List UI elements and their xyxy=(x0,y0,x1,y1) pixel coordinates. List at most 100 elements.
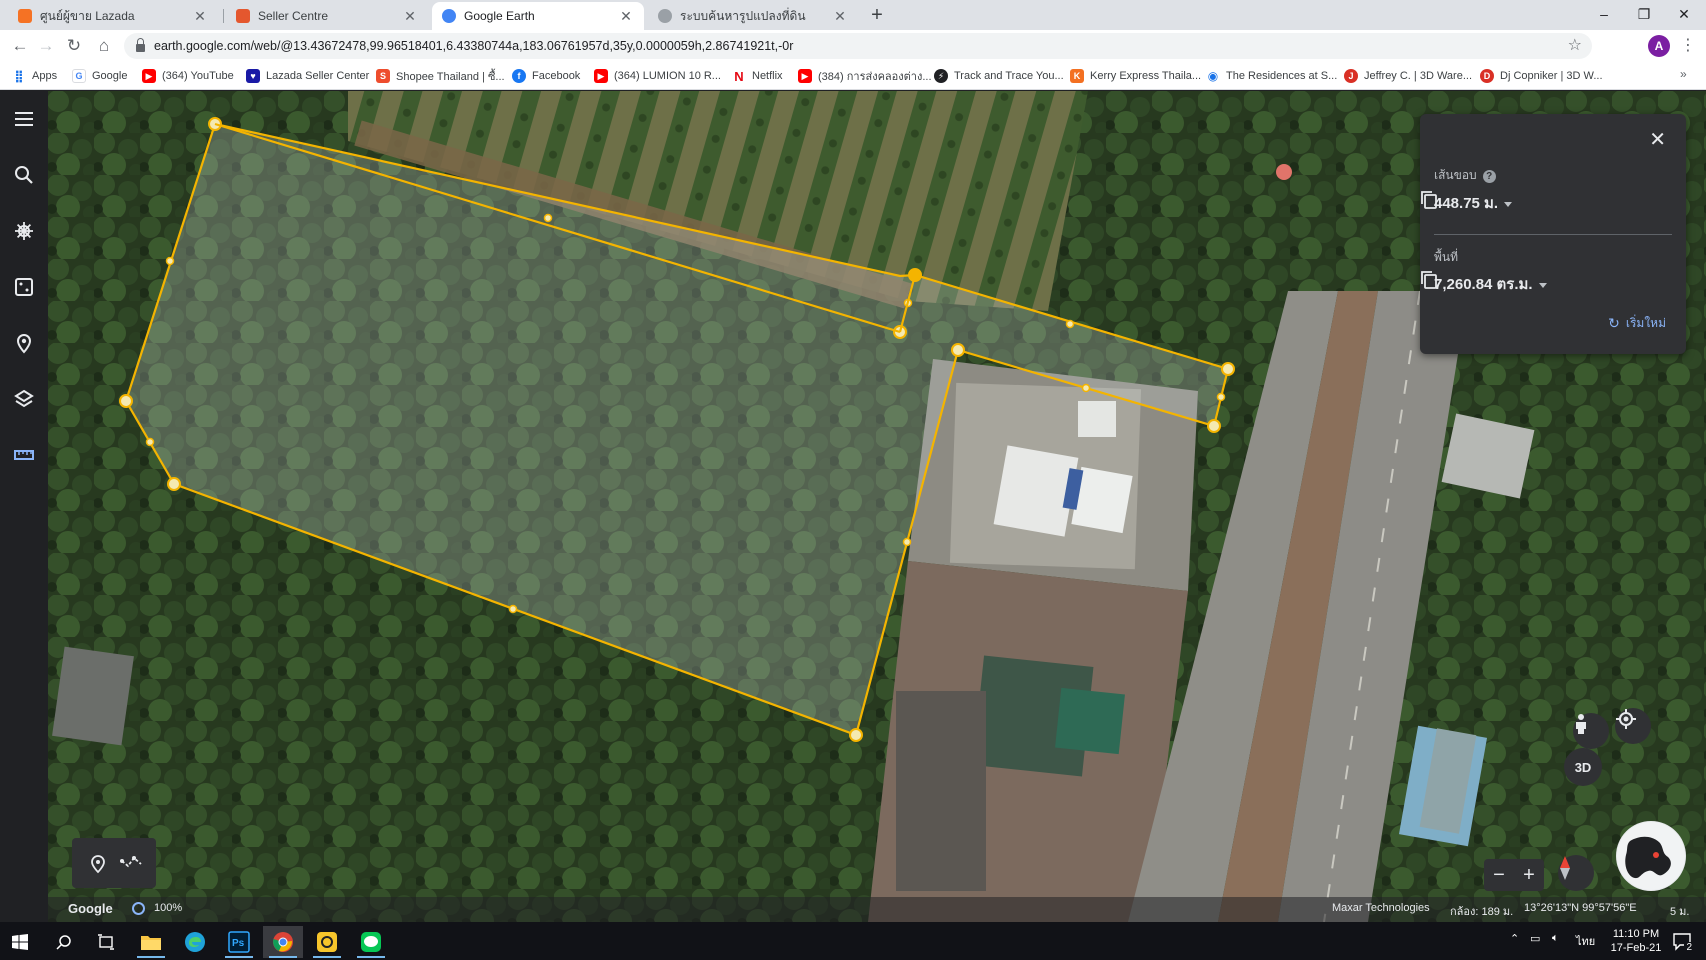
windows-start-icon[interactable] xyxy=(0,926,40,958)
bookmark-label: (384) การส่งคลองต่าง... xyxy=(818,71,932,83)
bookmark-star-icon[interactable]: ☆ xyxy=(1568,35,1582,55)
unit-dropdown-icon[interactable] xyxy=(1538,282,1547,288)
globe-minimap[interactable] xyxy=(1616,821,1686,891)
track-icon: ⚡ xyxy=(934,69,948,83)
satellite-map-view[interactable]: ✕ เส้นขอบ? 448.75 ม. พื้นที่ 7,260.84 ตร… xyxy=(48,91,1706,922)
file-explorer-icon[interactable] xyxy=(131,926,171,958)
copy-area-icon[interactable] xyxy=(1420,270,1438,290)
bookmark-google[interactable]: G Google xyxy=(72,67,127,85)
perimeter-value[interactable]: 448.75 ม. xyxy=(1434,191,1513,215)
photoshop-icon[interactable]: Ps xyxy=(219,926,259,958)
line-messenger-icon[interactable] xyxy=(351,926,391,958)
close-tab-icon[interactable]: ✕ xyxy=(832,8,848,25)
forward-arrow-icon[interactable]: → xyxy=(34,34,58,58)
home-icon[interactable]: ⌂ xyxy=(92,34,116,58)
tab-google-earth[interactable]: Google Earth ✕ xyxy=(432,2,644,30)
bookmark-label: The Residences at S... xyxy=(1226,70,1338,82)
minimize-button[interactable]: – xyxy=(1582,0,1626,30)
close-tab-icon[interactable]: ✕ xyxy=(618,8,634,25)
apps-grid-icon: ⣿ xyxy=(14,69,24,83)
close-icon[interactable]: ✕ xyxy=(1649,127,1666,152)
browser-menu-icon[interactable]: ⋮ xyxy=(1680,34,1696,58)
bookmark-kerry[interactable]: K Kerry Express Thaila... xyxy=(1070,67,1201,85)
show-hidden-icons[interactable]: ⌃ xyxy=(1510,932,1519,945)
bookmark-jeffrey[interactable]: J Jeffrey C. | 3D Ware... xyxy=(1344,67,1472,85)
bookmark-residences[interactable]: ◉ The Residences at S... xyxy=(1206,67,1338,85)
bookmark-netflix[interactable]: N Netflix xyxy=(732,67,783,85)
bookmark-track-trace[interactable]: ⚡ Track and Trace You... xyxy=(934,67,1064,85)
bookmarks-bar: ⣿ Apps G Google ▶ (364) YouTube ♥ Lazada… xyxy=(0,62,1706,90)
volume-icon[interactable]: 🔈︎ xyxy=(1552,932,1559,945)
unit-dropdown-icon[interactable] xyxy=(1504,201,1513,207)
lazada-favicon-icon xyxy=(18,9,32,23)
loading-ring-icon xyxy=(132,902,145,915)
help-icon[interactable]: ? xyxy=(1482,170,1496,183)
bookmark-youtube-2[interactable]: ▶ (384) การส่งคลองต่าง... xyxy=(798,67,932,85)
action-center-icon[interactable]: 2 xyxy=(1672,931,1694,953)
chrome-icon[interactable] xyxy=(263,926,303,958)
scale-bar: 5 ม. xyxy=(1670,906,1690,918)
windows-taskbar: Ps ⌃ ▭ 🔈︎ ไทย 11:10 PM 17-Feb-21 2 xyxy=(0,922,1706,960)
zoom-out-icon[interactable]: − xyxy=(1493,864,1505,887)
dj-icon: D xyxy=(1480,69,1494,83)
search-icon[interactable] xyxy=(12,163,36,187)
new-tab-button[interactable]: + xyxy=(866,4,888,26)
measure-panel: ✕ เส้นขอบ? 448.75 ม. พื้นที่ 7,260.84 ตร… xyxy=(1420,114,1686,354)
close-tab-icon[interactable]: ✕ xyxy=(192,8,208,25)
tab-lazada[interactable]: ศูนย์ผู้ขาย Lazada ✕ xyxy=(8,2,218,30)
copy-perimeter-icon[interactable] xyxy=(1420,190,1438,210)
network-icon[interactable]: ▭ xyxy=(1530,932,1540,945)
street-view-pegman-icon[interactable] xyxy=(1573,713,1609,749)
bookmark-label: Lazada Seller Center xyxy=(266,70,370,82)
bookmark-facebook[interactable]: f Facebook xyxy=(512,67,580,85)
task-view-icon[interactable] xyxy=(86,926,126,958)
bookmark-lumion[interactable]: ▶ (364) LUMION 10 R... xyxy=(594,67,721,85)
system-clock[interactable]: 11:10 PM 17-Feb-21 xyxy=(1606,927,1666,955)
restore-button[interactable]: ❐ xyxy=(1622,0,1666,30)
bookmark-label: Dj Copniker | 3D W... xyxy=(1500,70,1603,82)
ruler-measure-icon[interactable] xyxy=(12,443,36,467)
bookmark-dj-copniker[interactable]: D Dj Copniker | 3D W... xyxy=(1480,67,1603,85)
back-arrow-icon[interactable]: ← xyxy=(8,34,32,58)
kerry-icon: K xyxy=(1070,69,1084,83)
draw-tools xyxy=(72,838,156,888)
close-window-button[interactable]: ✕ xyxy=(1662,0,1706,30)
reload-icon[interactable]: ↻ xyxy=(62,34,86,58)
sticky-app-icon[interactable] xyxy=(307,926,347,958)
tab-seller-centre[interactable]: Seller Centre ✕ xyxy=(226,2,428,30)
bookmark-label: Facebook xyxy=(532,70,581,82)
tab-title: Google Earth xyxy=(464,9,535,23)
zoom-in-icon[interactable]: + xyxy=(1523,864,1535,887)
add-placemark-icon[interactable] xyxy=(88,852,108,874)
coordinates: 13°26'13"N 99°57'56"E xyxy=(1524,902,1637,914)
more-bookmarks-icon[interactable]: » xyxy=(1680,67,1687,81)
edge-browser-icon[interactable] xyxy=(175,926,215,958)
bookmark-apps[interactable]: ⣿ Apps xyxy=(12,67,57,85)
voyager-wheel-icon[interactable] xyxy=(12,219,36,243)
feeling-lucky-dice-icon[interactable] xyxy=(12,275,36,299)
profile-avatar[interactable]: A xyxy=(1648,35,1670,57)
compass-icon[interactable] xyxy=(1558,855,1594,891)
bookmark-label: (364) YouTube xyxy=(162,70,234,82)
imagery-attribution[interactable]: Maxar Technologies xyxy=(1332,902,1430,914)
tab-title: ศูนย์ผู้ขาย Lazada xyxy=(40,8,135,23)
projects-pin-icon[interactable] xyxy=(12,331,36,355)
bookmark-label: Kerry Express Thaila... xyxy=(1090,70,1202,82)
menu-icon[interactable] xyxy=(12,107,36,131)
area-value[interactable]: 7,260.84 ตร.ม. xyxy=(1434,272,1547,296)
map-style-layers-icon[interactable] xyxy=(12,387,36,411)
draw-path-icon[interactable] xyxy=(120,853,144,873)
taskbar-search-icon[interactable] xyxy=(44,926,84,958)
bookmark-label: Google xyxy=(92,70,128,82)
bookmark-shopee[interactable]: S Shopee Thailand | ซื้... xyxy=(376,67,505,85)
bookmark-label: Netflix xyxy=(752,70,783,82)
restart-button[interactable]: ↻ เริ่มใหม่ xyxy=(1608,314,1666,333)
bookmark-lazada[interactable]: ♥ Lazada Seller Center xyxy=(246,67,369,85)
address-bar[interactable]: earth.google.com/web/@13.43672478,99.965… xyxy=(124,33,1592,59)
tab-land-search[interactable]: ระบบค้นหารูปแปลงที่ดิน ✕ xyxy=(648,2,858,30)
close-tab-icon[interactable]: ✕ xyxy=(402,8,418,25)
input-language[interactable]: ไทย xyxy=(1576,932,1595,950)
my-location-icon[interactable] xyxy=(1615,708,1651,744)
bookmark-youtube[interactable]: ▶ (364) YouTube xyxy=(142,67,234,85)
toggle-3d-button[interactable]: 3D xyxy=(1564,748,1602,786)
